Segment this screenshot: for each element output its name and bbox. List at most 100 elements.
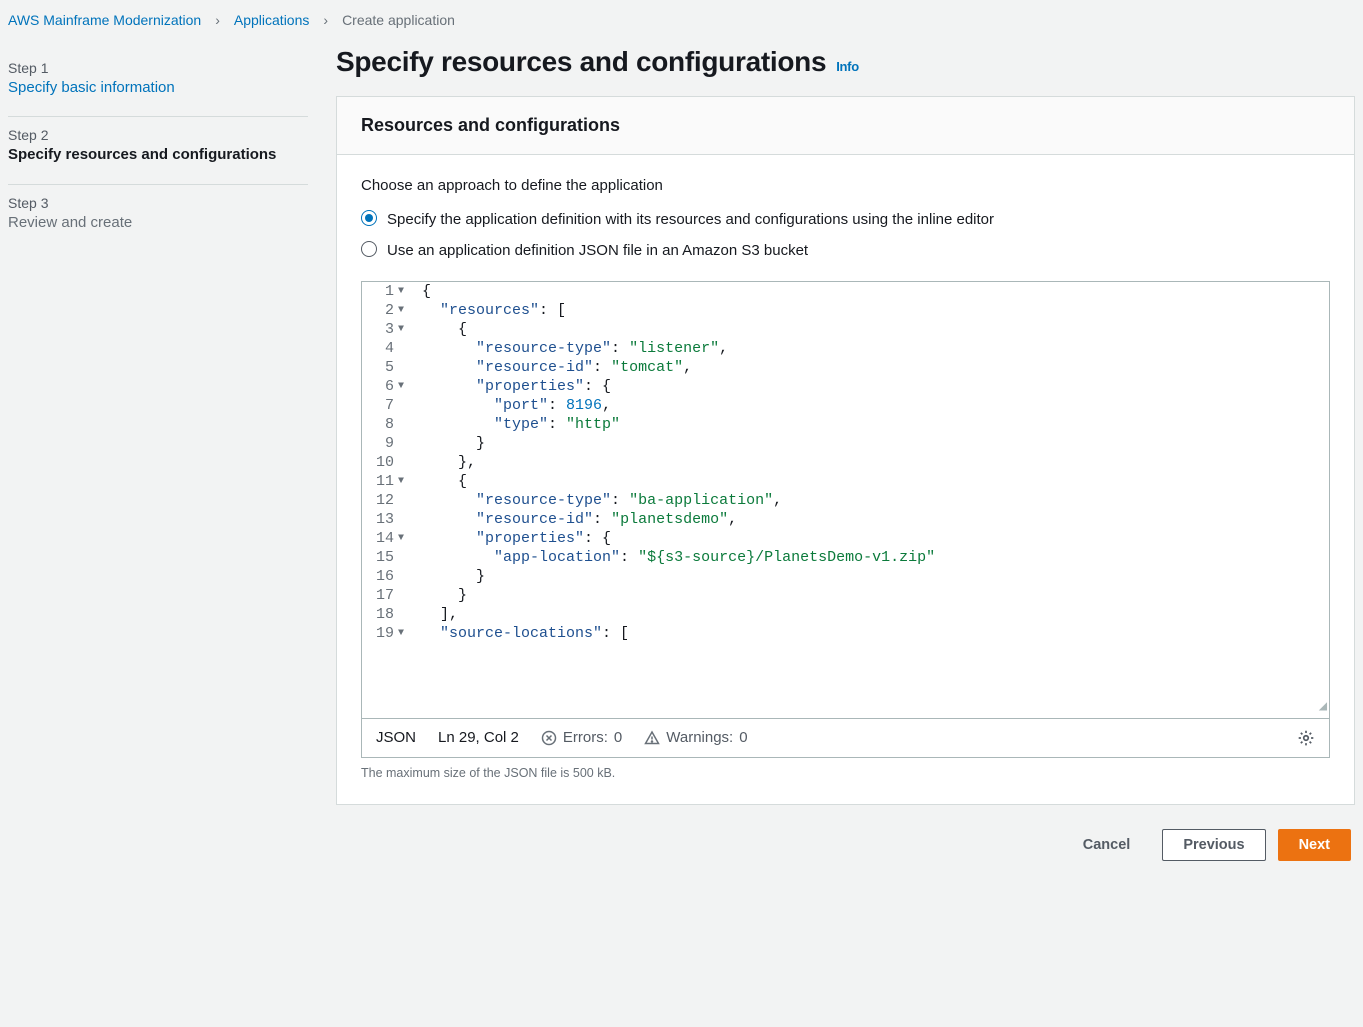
- page-title-text: Specify resources and configurations: [336, 46, 826, 78]
- code-line[interactable]: 11▼ {: [362, 472, 1329, 491]
- line-number: 19: [362, 624, 398, 643]
- step-number: Step 3: [8, 195, 308, 211]
- line-number: 2: [362, 301, 398, 320]
- line-number: 16: [362, 567, 398, 586]
- code-line[interactable]: 18 ],: [362, 605, 1329, 624]
- wizard-buttons: Cancel Previous Next: [336, 829, 1355, 861]
- code-content[interactable]: "resource-id": "planetsdemo",: [414, 510, 1329, 529]
- editor-status-bar: JSON Ln 29, Col 2 Errors: 0: [362, 718, 1329, 757]
- fold-toggle-icon[interactable]: ▼: [398, 529, 414, 548]
- code-content[interactable]: ],: [414, 605, 1329, 624]
- code-content[interactable]: "resource-type": "listener",: [414, 339, 1329, 358]
- approach-subhead: Choose an approach to define the applica…: [361, 177, 1330, 194]
- breadcrumb-item[interactable]: Applications: [234, 12, 310, 28]
- radio-label: Use an application definition JSON file …: [387, 239, 808, 262]
- line-number: 11: [362, 472, 398, 491]
- next-button[interactable]: Next: [1278, 829, 1351, 861]
- line-number: 18: [362, 605, 398, 624]
- status-errors[interactable]: Errors: 0: [541, 729, 622, 746]
- fold-spacer: [398, 567, 414, 586]
- fold-spacer: [398, 453, 414, 472]
- radio-icon[interactable]: [361, 241, 377, 257]
- fold-spacer: [398, 586, 414, 605]
- wizard-steps-sidebar: Step 1Specify basic informationStep 2Spe…: [8, 42, 308, 861]
- fold-spacer: [398, 510, 414, 529]
- line-number: 1: [362, 282, 398, 301]
- code-content[interactable]: {: [414, 472, 1329, 491]
- line-number: 5: [362, 358, 398, 377]
- code-line[interactable]: 1▼{: [362, 282, 1329, 301]
- error-icon: [541, 730, 557, 746]
- code-line[interactable]: 4 "resource-type": "listener",: [362, 339, 1329, 358]
- wizard-step: Step 3Review and create: [8, 185, 308, 251]
- code-line[interactable]: 5 "resource-id": "tomcat",: [362, 358, 1329, 377]
- code-content[interactable]: "resource-type": "ba-application",: [414, 491, 1329, 510]
- code-content[interactable]: }: [414, 567, 1329, 586]
- code-line[interactable]: 12 "resource-type": "ba-application",: [362, 491, 1329, 510]
- previous-button[interactable]: Previous: [1162, 829, 1265, 861]
- editor-settings-button[interactable]: [1297, 729, 1315, 747]
- resources-card: Resources and configurations Choose an a…: [336, 96, 1355, 805]
- card-title: Resources and configurations: [361, 115, 1330, 136]
- line-number: 15: [362, 548, 398, 567]
- wizard-step[interactable]: Step 1Specify basic information: [8, 50, 308, 117]
- code-line[interactable]: 10 },: [362, 453, 1329, 472]
- chevron-right-icon: ›: [215, 12, 220, 28]
- editor-scroll-area[interactable]: 1▼{2▼ "resources": [3▼ {4 "resource-type…: [362, 282, 1329, 718]
- line-number: 6: [362, 377, 398, 396]
- radio-inline-editor[interactable]: Specify the application definition with …: [361, 204, 1330, 235]
- code-line[interactable]: 3▼ {: [362, 320, 1329, 339]
- code-line[interactable]: 7 "port": 8196,: [362, 396, 1329, 415]
- line-number: 3: [362, 320, 398, 339]
- code-content[interactable]: "properties": {: [414, 529, 1329, 548]
- line-number: 4: [362, 339, 398, 358]
- breadcrumb-item[interactable]: AWS Mainframe Modernization: [8, 12, 201, 28]
- code-line[interactable]: 9 }: [362, 434, 1329, 453]
- code-content[interactable]: "app-location": "${s3-source}/PlanetsDem…: [414, 548, 1329, 567]
- fold-spacer: [398, 358, 414, 377]
- fold-toggle-icon[interactable]: ▼: [398, 320, 414, 339]
- fold-toggle-icon[interactable]: ▼: [398, 301, 414, 320]
- code-line[interactable]: 16 }: [362, 567, 1329, 586]
- code-line[interactable]: 2▼ "resources": [: [362, 301, 1329, 320]
- line-number: 17: [362, 586, 398, 605]
- line-number: 8: [362, 415, 398, 434]
- code-line[interactable]: 13 "resource-id": "planetsdemo",: [362, 510, 1329, 529]
- code-line[interactable]: 14▼ "properties": {: [362, 529, 1329, 548]
- radio-label: Specify the application definition with …: [387, 208, 994, 231]
- radio-s3-json[interactable]: Use an application definition JSON file …: [361, 235, 1330, 266]
- fold-toggle-icon[interactable]: ▼: [398, 377, 414, 396]
- code-content[interactable]: "resources": [: [414, 301, 1329, 320]
- status-warnings[interactable]: Warnings: 0: [644, 729, 747, 746]
- code-content[interactable]: }: [414, 434, 1329, 453]
- line-number: 7: [362, 396, 398, 415]
- code-line[interactable]: 17 }: [362, 586, 1329, 605]
- step-title[interactable]: Specify basic information: [8, 78, 308, 98]
- code-content[interactable]: },: [414, 453, 1329, 472]
- code-line[interactable]: 19▼ "source-locations": [: [362, 624, 1329, 643]
- code-content[interactable]: "resource-id": "tomcat",: [414, 358, 1329, 377]
- code-content[interactable]: "source-locations": [: [414, 624, 1329, 643]
- code-line[interactable]: 8 "type": "http": [362, 415, 1329, 434]
- fold-spacer: [398, 434, 414, 453]
- code-line[interactable]: 15 "app-location": "${s3-source}/Planets…: [362, 548, 1329, 567]
- code-content[interactable]: {: [414, 282, 1329, 301]
- fold-spacer: [398, 415, 414, 434]
- status-lang[interactable]: JSON: [376, 729, 416, 746]
- fold-toggle-icon[interactable]: ▼: [398, 472, 414, 491]
- code-content[interactable]: {: [414, 320, 1329, 339]
- code-content[interactable]: "port": 8196,: [414, 396, 1329, 415]
- info-link[interactable]: Info: [836, 59, 859, 74]
- json-editor[interactable]: 1▼{2▼ "resources": [3▼ {4 "resource-type…: [361, 281, 1330, 758]
- gear-icon: [1297, 729, 1315, 747]
- code-content[interactable]: "type": "http": [414, 415, 1329, 434]
- fold-toggle-icon[interactable]: ▼: [398, 624, 414, 643]
- warning-icon: [644, 730, 660, 746]
- radio-icon[interactable]: [361, 210, 377, 226]
- fold-toggle-icon[interactable]: ▼: [398, 282, 414, 301]
- fold-spacer: [398, 396, 414, 415]
- cancel-button[interactable]: Cancel: [1063, 829, 1151, 861]
- code-line[interactable]: 6▼ "properties": {: [362, 377, 1329, 396]
- code-content[interactable]: }: [414, 586, 1329, 605]
- code-content[interactable]: "properties": {: [414, 377, 1329, 396]
